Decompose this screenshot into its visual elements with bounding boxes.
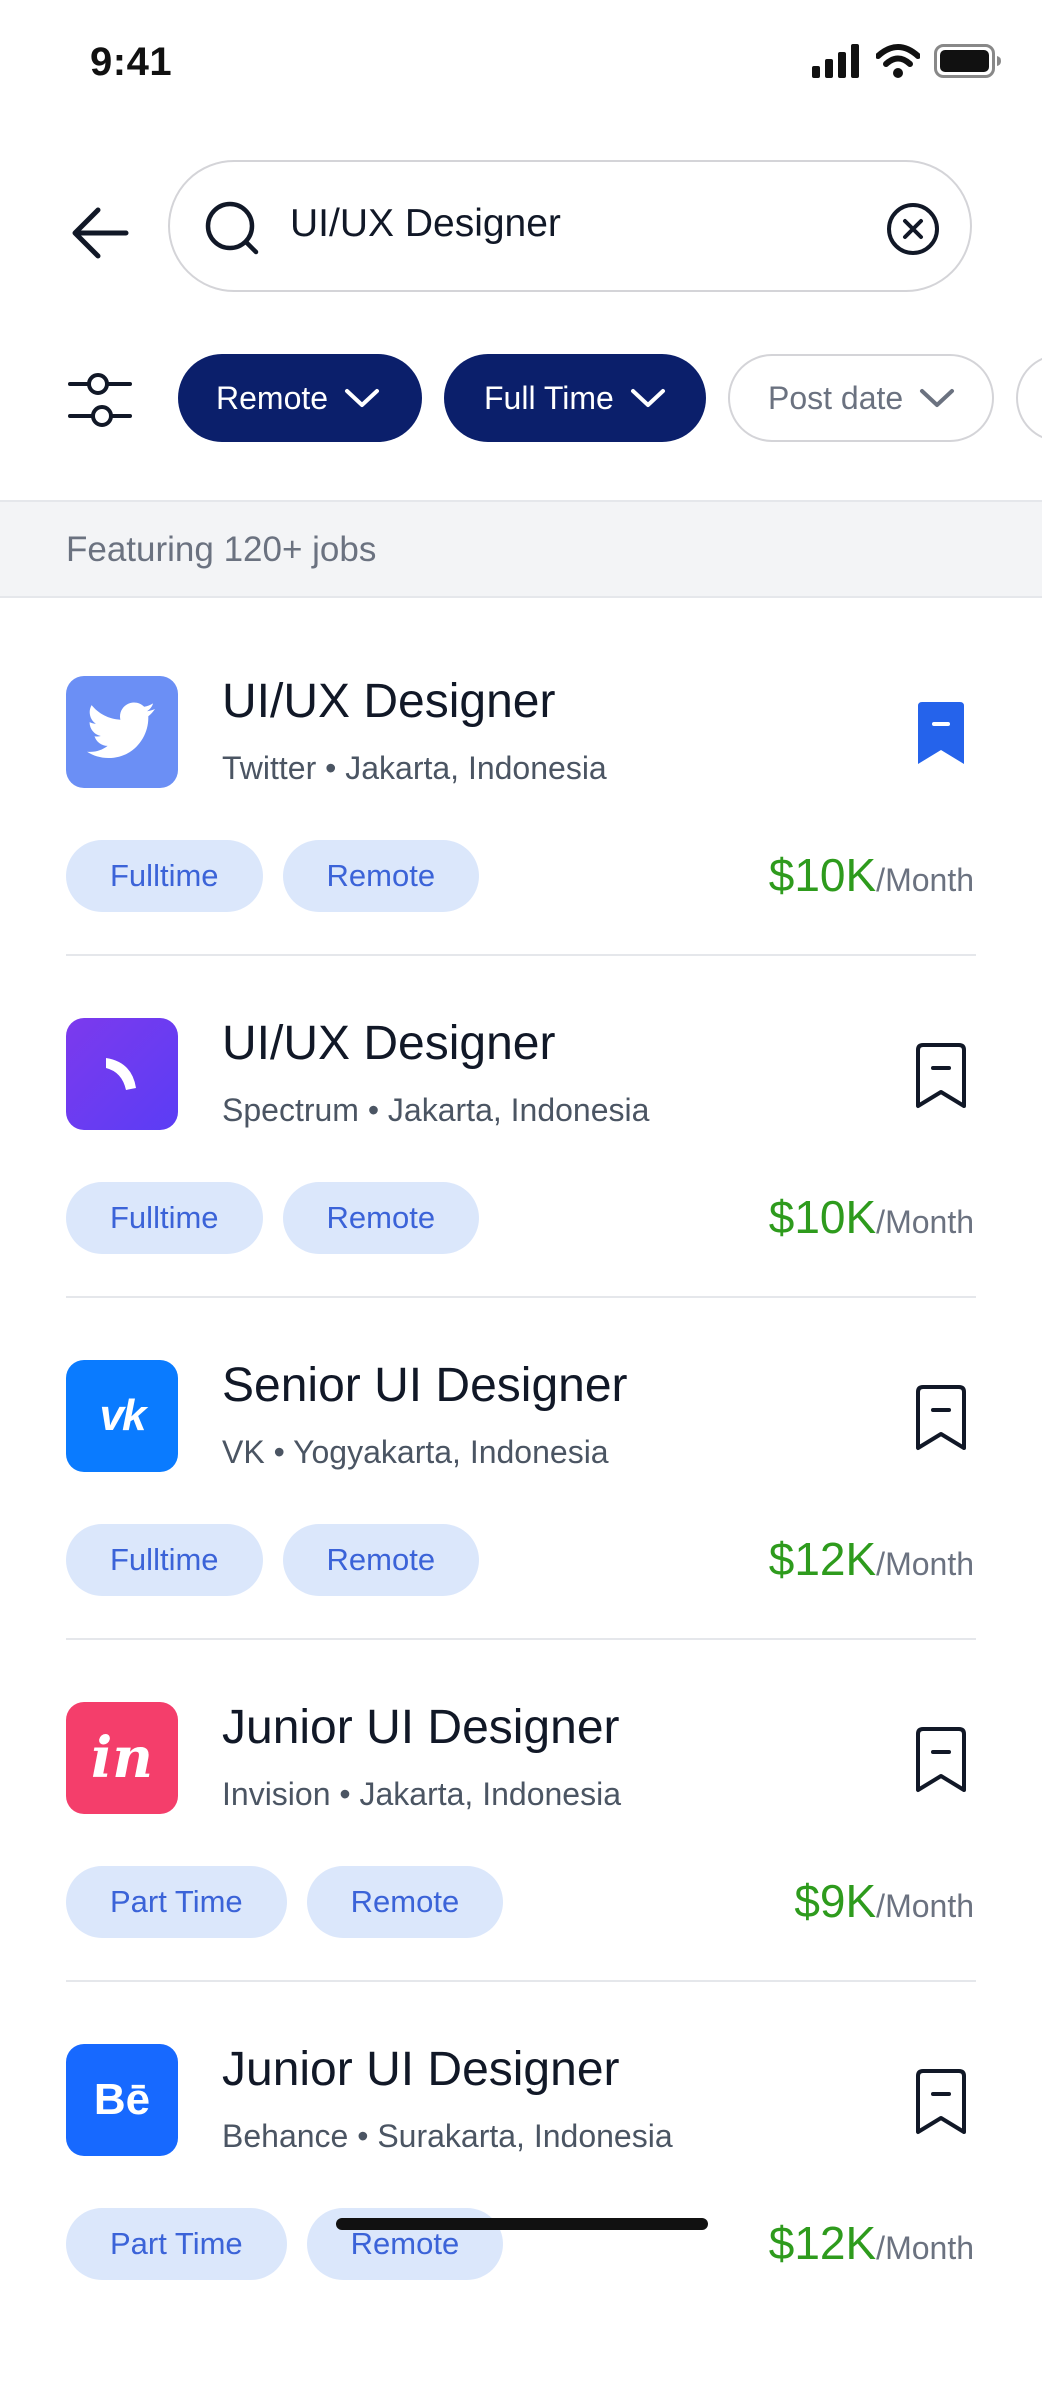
job-meta: Twitter • Jakarta, Indonesia [222,750,607,786]
wifi-icon [876,44,920,78]
job-salary: $9K/Month [794,1874,974,1928]
filter-chip-post-date[interactable]: Post date [728,354,994,442]
salary-amount: $12K [768,2217,877,2269]
job-tag: Part Time [66,1866,287,1938]
battery-icon [934,44,1001,78]
job-tag: Remote [306,1866,504,1938]
salary-period: /Month [876,1888,974,1924]
job-title: Junior UI Designer [222,1701,620,1754]
status-icons [812,44,1002,78]
filter-chip-more[interactable] [1016,354,1042,442]
chevron-down-icon [920,389,955,407]
search-input[interactable] [290,202,850,246]
job-tags: Part Time Remote [66,1866,504,1938]
spectrum-logo-icon [66,1018,178,1130]
featuring-bar: Featuring 120+ jobs [0,500,1042,598]
bookmark-icon [916,1385,966,1450]
bookmark-button[interactable] [910,1042,972,1110]
job-salary: $12K/Month [769,2216,974,2270]
job-title: UI/UX Designer [222,1017,556,1070]
search-row [0,160,1042,296]
spectrum-mark-icon [106,1058,136,1090]
invision-logo-text: in [91,1725,153,1791]
filter-row: Remote Full Time Post date [0,354,1042,446]
job-title: Senior UI Designer [222,1359,628,1412]
clear-search-button[interactable] [886,202,940,256]
job-meta: Behance • Surakarta, Indonesia [222,2118,673,2154]
job-card[interactable]: UI/UX Designer Twitter • Jakarta, Indone… [0,675,1042,1018]
salary-amount: $12K [768,1533,877,1585]
divider [66,954,976,956]
filter-chip-full-time[interactable]: Full Time [444,354,706,442]
job-tag: Remote [282,1182,480,1254]
bookmark-button[interactable] [910,1726,972,1794]
job-card[interactable]: vk Senior UI Designer VK • Yogyakarta, I… [0,1359,1042,1702]
bookmark-icon [916,1727,966,1792]
filter-settings-button[interactable] [68,370,132,430]
sliders-icon [68,373,132,427]
job-title: UI/UX Designer [222,675,556,728]
job-meta: Spectrum • Jakarta, Indonesia [222,1092,650,1128]
salary-period: /Month [876,1204,974,1240]
job-tag: Fulltime [66,1182,263,1254]
salary-amount: $10K [768,1191,877,1243]
bookmark-button[interactable] [910,1384,972,1452]
job-tags: Fulltime Remote [66,840,480,912]
vk-logo-icon: vk [66,1360,178,1472]
filter-chip-label: Remote [216,379,329,416]
salary-period: /Month [876,862,974,898]
chevron-down-icon [345,389,380,407]
divider [66,1296,976,1298]
behance-logo-icon: Bē [66,2044,178,2156]
divider [66,1980,976,1982]
job-tags: Fulltime Remote [66,1524,480,1596]
status-time: 9:41 [90,40,173,84]
bookmark-icon [916,2069,966,2134]
salary-amount: $10K [768,849,877,901]
job-card[interactable]: in Junior UI Designer Invision • Jakarta… [0,1701,1042,2044]
chevron-down-icon [630,389,665,407]
job-meta: VK • Yogyakarta, Indonesia [222,1434,609,1470]
job-tag: Fulltime [66,1524,263,1596]
job-salary: $10K/Month [769,1190,974,1244]
bookmark-button[interactable] [910,700,972,768]
job-card[interactable]: Bē Junior UI Designer Behance • Surakart… [0,2043,1042,2386]
filter-chip-label: Full Time [484,379,614,416]
bookmark-icon [916,1043,966,1108]
close-circle-icon [887,203,939,255]
divider [66,1638,976,1640]
signal-icon [812,44,859,78]
bookmark-filled-icon [918,702,964,764]
invision-logo-icon: in [66,1702,178,1814]
job-tag: Remote [282,1524,480,1596]
vk-logo-text: vk [99,1391,147,1440]
job-meta: Invision • Jakarta, Indonesia [222,1776,621,1812]
job-card[interactable]: UI/UX Designer Spectrum • Jakarta, Indon… [0,1017,1042,1360]
job-tag: Fulltime [66,840,263,912]
behance-logo-text: Bē [93,2075,151,2124]
job-salary: $12K/Month [769,1532,974,1586]
job-salary: $10K/Month [769,848,974,902]
salary-period: /Month [876,2230,974,2266]
job-tag: Part Time [66,2208,287,2280]
search-icon [205,201,259,255]
featuring-count: Featuring 120+ jobs [66,530,377,569]
salary-amount: $9K [794,1875,877,1927]
filter-chip-remote[interactable]: Remote [178,354,422,442]
job-title: Junior UI Designer [222,2043,620,2096]
salary-period: /Month [876,1546,974,1582]
twitter-bird-icon [87,702,155,758]
arrow-left-icon [72,207,129,259]
filter-chip-label: Post date [768,379,904,416]
bookmark-button[interactable] [910,2068,972,2136]
job-tag: Remote [282,840,480,912]
twitter-logo-icon [66,676,178,788]
back-button[interactable] [66,198,136,268]
job-tags: Fulltime Remote [66,1182,480,1254]
status-bar: 9:41 [0,0,1042,130]
home-indicator[interactable] [336,2218,708,2230]
search-box[interactable] [168,160,972,292]
